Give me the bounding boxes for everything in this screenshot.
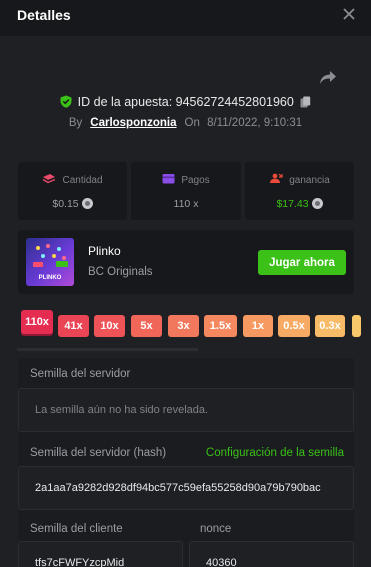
multiplier-scrollbar[interactable]: [17, 348, 198, 351]
game-thumbnail-text: PLINKO: [38, 275, 62, 281]
seed-settings-link[interactable]: Configuración de la semilla: [206, 447, 344, 459]
server-seed-label: Semilla del servidor: [30, 368, 131, 380]
stat-profit-label: ganancia: [289, 175, 330, 186]
multiplier-chip: 5x: [131, 315, 162, 337]
stat-payout-value: 110 x: [173, 198, 199, 210]
modal-header: Detalles: [0, 0, 371, 36]
client-seed-value: tfs7cFWFYzcpMid: [35, 557, 125, 567]
game-thumbnail: PLINKO: [26, 238, 74, 286]
server-seed-section: Semilla del servidor La semilla aún no h…: [18, 358, 354, 438]
bet-datetime: 8/11/2022, 9:10:31: [207, 117, 303, 129]
stat-profit-card: ganancia $17.43: [245, 162, 354, 220]
bet-id-label: ID de la apuesta:: [77, 95, 173, 109]
stat-amount-value-row: $0.15: [18, 198, 127, 210]
client-seed-nonce-section: Semilla del cliente nonce tfs7cFWFYzcpMi…: [18, 512, 354, 567]
coin-icon: [311, 198, 323, 209]
server-seed-hash-value: 2a1aa7a9282d928df94bc577c59efa55258d90a7…: [35, 482, 321, 494]
game-card: PLINKO Plinko BC Originals Jugar ahora: [18, 230, 354, 294]
game-name: Plinko: [88, 244, 121, 258]
play-now-button[interactable]: Jugar ahora: [258, 250, 346, 275]
stat-amount-label: Cantidad: [62, 175, 103, 186]
wallet-icon: [162, 174, 175, 184]
stat-payout-card: Pagos 110 x: [131, 162, 241, 220]
bet-id-value: 94562724452801960: [175, 95, 294, 109]
game-provider: BC Originals: [88, 266, 153, 278]
server-seed-hash-section: Semilla del servidor (hash) Configuració…: [18, 438, 354, 512]
username-link[interactable]: Carlosponzonia: [90, 117, 176, 129]
bet-byline: By Carlosponzonia On 8/11/2022, 9:10:31: [0, 117, 371, 129]
on-label: On: [184, 117, 200, 129]
nonce-label: nonce: [200, 523, 232, 535]
multiplier-chip: 3x: [168, 315, 199, 337]
shield-check-icon: [60, 95, 72, 108]
money-icon: [43, 174, 56, 184]
server-seed-hash-label: Semilla del servidor (hash): [30, 447, 167, 459]
multiplier-chip: 10x: [94, 315, 125, 337]
multiplier-chip: 0.3x: [315, 315, 345, 337]
copy-icon[interactable]: [300, 96, 311, 108]
client-seed-label: Semilla del cliente: [30, 523, 123, 535]
stat-profit-value: $17.43: [276, 198, 309, 210]
client-seed-field[interactable]: tfs7cFWFYzcpMid: [18, 541, 183, 567]
stat-payout-header: Pagos: [131, 173, 241, 186]
nonce-field[interactable]: 40360: [189, 541, 354, 567]
stat-amount-value: $0.15: [52, 198, 79, 210]
multiplier-chip: 110x: [21, 310, 53, 334]
server-seed-field: La semilla aún no ha sido revelada.: [18, 388, 354, 432]
multiplier-chip: 0.5x: [278, 315, 310, 337]
multiplier-chip: [352, 315, 361, 337]
multiplier-chip: 1.5x: [204, 315, 237, 337]
coin-icon: [81, 198, 93, 209]
stat-amount-header: Cantidad: [18, 173, 127, 186]
stat-profit-value-row: $17.43: [245, 198, 354, 210]
close-icon[interactable]: [341, 6, 357, 22]
server-seed-value: La semilla aún no ha sido revelada.: [35, 404, 209, 416]
bet-id-row: ID de la apuesta: 94562724452801960: [0, 95, 371, 109]
by-label: By: [68, 117, 83, 129]
share-icon[interactable]: [319, 70, 337, 86]
stat-profit-header: ganancia: [245, 173, 354, 186]
multiplier-chip: 41x: [58, 315, 89, 337]
stat-amount-card: Cantidad $0.15: [18, 162, 127, 220]
multiplier-row: 110x 41x 10x 5x 3x 1.5x 1x 0.5x 0.3x: [21, 308, 361, 348]
multiplier-chip: 1x: [243, 315, 273, 337]
stat-payout-label: Pagos: [181, 175, 210, 186]
modal-title: Detalles: [17, 7, 71, 23]
bet-details-modal: Detalles ID de la apuesta: 9456272445280…: [0, 0, 371, 567]
profit-icon: [270, 173, 283, 183]
nonce-value: 40360: [206, 557, 237, 567]
server-seed-hash-field[interactable]: 2a1aa7a9282d928df94bc577c59efa55258d90a7…: [18, 466, 354, 510]
